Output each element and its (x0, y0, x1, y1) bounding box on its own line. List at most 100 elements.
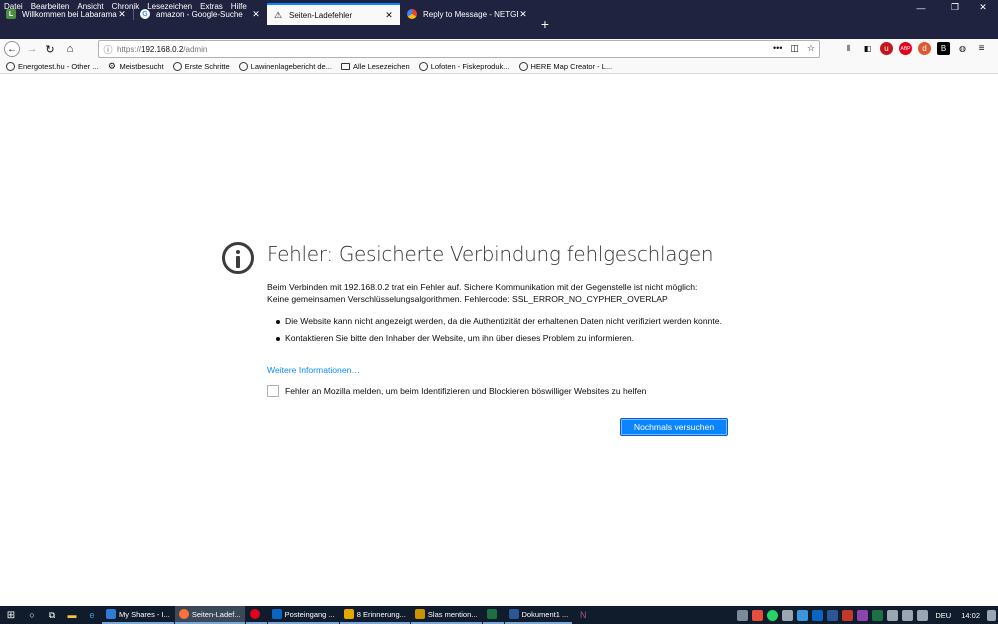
excel-icon (486, 609, 497, 619)
list-item: Die Website kann nicht angezeigt werden,… (275, 316, 730, 328)
url-input[interactable]: https://192.168.0.2/admin (117, 45, 207, 54)
minimize-button[interactable]: — (906, 0, 936, 15)
url-path: /admin (183, 44, 208, 54)
file-explorer-icon[interactable]: ▬ (62, 606, 82, 624)
outlook-tray-icon[interactable] (812, 609, 824, 621)
volume-icon[interactable] (917, 609, 929, 621)
error-description-line: Keine gemeinsamen Verschlüsselungsalgori… (267, 293, 668, 304)
taskbar-app-label: Dokument1 ... (521, 609, 569, 619)
page-actions-icon[interactable]: ••• (773, 43, 782, 54)
taskbar-app-reminders[interactable]: 8 Erinnerung... (339, 606, 410, 624)
warning-icon: ⚠ (273, 9, 283, 20)
info-icon[interactable]: ⓘ (99, 43, 117, 56)
bookmark-alle-lesezeichen[interactable]: Alle Lesezeichen (340, 62, 410, 71)
url-bar[interactable]: ⓘ https://192.168.0.2/admin ••• ◫ ☆ (98, 40, 820, 58)
whatsapp-icon[interactable] (767, 609, 779, 621)
globe-icon (6, 61, 15, 71)
hamburger-menu-icon[interactable]: ≡ (975, 42, 988, 55)
edge-icon[interactable]: e (82, 606, 102, 624)
tab-seiten-ladefehler[interactable]: ⚠ Seiten-Ladefehler ✕ (267, 3, 400, 25)
adblock-icon[interactable]: ABP (899, 42, 912, 55)
onedrive-icon[interactable] (797, 609, 809, 621)
bookmark-lofoten[interactable]: Lofoten - Fiskeproduk... (418, 61, 510, 71)
bookmark-meistbesucht[interactable]: ⚙ Meistbesucht (107, 61, 164, 71)
close-window-button[interactable]: ✕ (968, 0, 998, 15)
taskbar-app-label: Seiten-Ladef... (191, 609, 241, 619)
tray-app-icon[interactable] (842, 609, 854, 621)
taskbar-app-label: 8 Erinnerung... (356, 609, 406, 619)
tab-netgear[interactable]: Reply to Message - NETGEAR C ✕ (401, 3, 534, 25)
tab-close-icon[interactable]: ✕ (251, 9, 261, 20)
task-view-icon[interactable]: ⧉ (42, 606, 62, 624)
bell-icon (343, 609, 354, 619)
tray-app-icon[interactable] (857, 609, 869, 621)
word-tray-icon[interactable] (827, 609, 839, 621)
tab-close-icon[interactable]: ✕ (117, 9, 127, 20)
clock[interactable]: 14:02 (961, 611, 980, 620)
account-icon[interactable]: ◍ (956, 42, 969, 55)
onenote-icon[interactable]: N (573, 606, 593, 624)
wifi-icon[interactable] (902, 609, 914, 621)
tab-google[interactable]: G amazon - Google-Suche ✕ (134, 3, 267, 25)
tray-app-icon[interactable] (737, 609, 749, 621)
taskbar-app-outlook[interactable]: Posteingang ... (267, 606, 339, 624)
retry-button[interactable]: Nochmals versuchen (620, 418, 728, 436)
duckduckgo-icon[interactable]: d (918, 42, 931, 55)
tray-app-icon[interactable] (752, 609, 764, 621)
home-icon: ⌂ (66, 43, 74, 55)
new-tab-button[interactable]: + (538, 17, 552, 33)
taskbar-app-mention[interactable]: Slas mention... (410, 606, 482, 624)
bookmark-label: Meistbesucht (119, 61, 164, 71)
notifications-icon[interactable] (987, 609, 996, 621)
error-description: Beim Verbinden mit 192.168.0.2 trat ein … (267, 282, 727, 305)
tab-title: amazon - Google-Suche (156, 9, 243, 19)
home-button[interactable]: ⌂ (61, 41, 79, 57)
bookmark-star-icon[interactable]: ☆ (807, 43, 815, 54)
url-scheme: https:// (117, 44, 142, 54)
ublock-icon[interactable]: u (880, 42, 893, 55)
tray-app-icon[interactable] (872, 609, 884, 621)
library-icon[interactable]: ⫴ (842, 42, 855, 55)
forward-button[interactable]: → (23, 41, 41, 57)
bookmarks-toolbar: Energotest.hu - Other ... ⚙ Meistbesucht … (0, 59, 998, 74)
tab-title: Seiten-Ladefehler (289, 10, 353, 20)
reload-icon: ↻ (45, 43, 55, 56)
taskbar-app-excel[interactable] (482, 606, 504, 624)
forward-arrow-icon: → (26, 43, 38, 55)
taskbar-app-firefox[interactable]: Seiten-Ladef... (174, 606, 245, 624)
google-icon: G (140, 9, 150, 19)
windows-taskbar: ⊞ ○ ⧉ ▬ e My Shares - I... Seiten-Ladef.… (0, 606, 998, 624)
tab-labarama[interactable]: L Willkommen bei Labarama! ✕ (0, 3, 133, 25)
globe-icon (172, 61, 182, 71)
report-checkbox[interactable] (267, 385, 279, 397)
bookmark-energotest[interactable]: Energotest.hu - Other ... (6, 61, 99, 71)
taskbar-app-label: Slas mention... (427, 609, 478, 619)
taskbar-app-my-shares[interactable]: My Shares - I... (102, 606, 174, 624)
taskbar-app-label: Posteingang ... (284, 609, 335, 619)
language-indicator[interactable]: DEU (935, 611, 951, 620)
report-checkbox-label[interactable]: Fehler an Mozilla melden, um beim Identi… (285, 386, 646, 396)
windows-start-icon[interactable]: ⊞ (0, 606, 22, 624)
globe-icon (238, 61, 248, 71)
tab-close-icon[interactable]: ✕ (384, 10, 394, 21)
reload-button[interactable]: ↻ (41, 41, 59, 57)
tray-app-icon[interactable] (782, 609, 794, 621)
bookmark-label: Energotest.hu - Other ... (18, 61, 99, 71)
bookmark-here-map[interactable]: HERE Map Creator - L... (518, 61, 613, 71)
pocket-icon[interactable]: ◫ (790, 43, 799, 54)
extension-icon[interactable]: B (937, 42, 950, 55)
back-button[interactable]: ← (3, 41, 21, 57)
restore-button[interactable]: ❐ (940, 0, 970, 15)
more-info-link[interactable]: Weitere Informationen… (267, 365, 360, 375)
back-arrow-icon: ← (4, 41, 20, 57)
bookmark-erste-schritte[interactable]: Erste Schritte (172, 61, 230, 71)
taskbar-app-opera[interactable] (245, 606, 267, 624)
tab-close-icon[interactable]: ✕ (518, 9, 528, 20)
bookmark-lawinenlagebericht[interactable]: Lawinenlagebericht de... (238, 61, 332, 71)
bookmark-label: HERE Map Creator - L... (530, 61, 613, 71)
bluetooth-icon[interactable] (887, 609, 899, 621)
search-icon[interactable]: ○ (22, 606, 42, 624)
taskbar-app-word[interactable]: Dokument1 ... (504, 606, 573, 624)
sidebar-icon[interactable]: ◧ (861, 42, 874, 55)
bookmark-label: Lofoten - Fiskeproduk... (430, 61, 510, 71)
